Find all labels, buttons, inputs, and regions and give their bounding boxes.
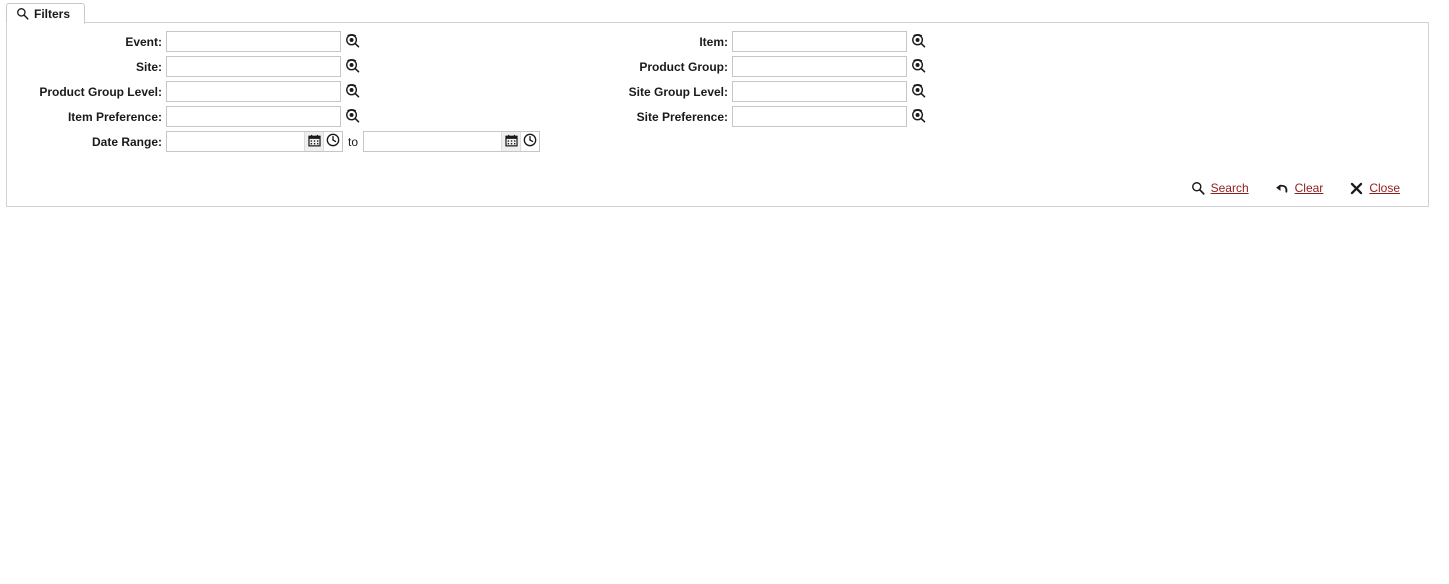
input-date-range-from[interactable] xyxy=(167,132,304,151)
lookup-icon xyxy=(911,83,926,101)
lookup-button-event[interactable] xyxy=(343,32,361,51)
input-site-group-level[interactable] xyxy=(732,81,907,102)
lookup-button-site-preference[interactable] xyxy=(909,107,927,126)
lookup-button-site[interactable] xyxy=(343,57,361,76)
input-product-group[interactable] xyxy=(732,56,907,77)
close-action[interactable]: Close xyxy=(1349,181,1400,195)
date-range-to-group xyxy=(363,131,541,152)
tab-filters[interactable]: Filters xyxy=(6,3,86,24)
filters-right-column: Item: Product Group: Site Group Level: S… xyxy=(573,31,927,131)
input-item-preference[interactable] xyxy=(166,106,341,127)
field-row-event: Event: xyxy=(7,31,540,52)
date-range-separator: to xyxy=(348,134,359,149)
lookup-icon xyxy=(911,108,926,126)
input-site-preference[interactable] xyxy=(732,106,907,127)
field-row-site: Site: xyxy=(7,56,540,77)
calendar-icon xyxy=(504,134,518,150)
lookup-icon xyxy=(911,58,926,76)
input-site[interactable] xyxy=(166,56,341,77)
field-row-site-group-level: Site Group Level: xyxy=(573,81,927,102)
label-product-group-level: Product Group Level: xyxy=(39,84,162,99)
calendar-button-to[interactable] xyxy=(501,132,521,151)
lookup-icon xyxy=(345,58,360,76)
search-icon xyxy=(1191,181,1205,195)
input-product-group-level[interactable] xyxy=(166,81,341,102)
label-date-range: Date Range: xyxy=(91,134,162,149)
close-x-icon xyxy=(1349,181,1363,195)
field-row-item: Item: xyxy=(573,31,927,52)
label-item: Item: xyxy=(699,34,728,49)
filters-panel: Event: Site: Product Group Level: Item P… xyxy=(6,22,1429,207)
close-action-label: Close xyxy=(1369,181,1400,195)
clock-button-from[interactable] xyxy=(323,132,342,151)
input-event[interactable] xyxy=(166,31,341,52)
filters-left-column: Event: Site: Product Group Level: Item P… xyxy=(7,31,541,156)
undo-arrow-icon xyxy=(1275,181,1289,195)
lookup-button-item[interactable] xyxy=(909,32,927,51)
lookup-button-site-group-level[interactable] xyxy=(909,82,927,101)
tab-filters-label: Filters xyxy=(34,6,71,21)
field-row-item-preference: Item Preference: xyxy=(7,106,540,127)
calendar-icon xyxy=(307,134,321,150)
search-icon xyxy=(16,7,29,20)
lookup-button-item-preference[interactable] xyxy=(343,107,361,126)
lookup-icon xyxy=(345,33,360,51)
clock-icon xyxy=(326,133,340,150)
panel-actions: Search Clear Close xyxy=(1191,181,1400,195)
search-action[interactable]: Search xyxy=(1191,181,1249,195)
field-row-product-group: Product Group: xyxy=(573,56,927,77)
lookup-button-product-group-level[interactable] xyxy=(343,82,361,101)
label-item-preference: Item Preference: xyxy=(67,109,162,124)
clock-icon xyxy=(523,133,537,150)
field-row-site-preference: Site Preference: xyxy=(573,106,927,127)
tab-strip: Filters xyxy=(6,2,86,24)
clear-action[interactable]: Clear xyxy=(1275,181,1324,195)
label-product-group: Product Group: xyxy=(639,59,728,74)
field-row-product-group-level: Product Group Level: xyxy=(7,81,540,102)
clear-action-label: Clear xyxy=(1294,181,1324,195)
calendar-button-from[interactable] xyxy=(304,132,323,151)
field-row-date-range: Date Range: to xyxy=(7,131,541,152)
lookup-icon xyxy=(345,83,360,101)
search-action-label: Search xyxy=(1210,181,1249,195)
input-item[interactable] xyxy=(732,31,907,52)
label-event: Event: xyxy=(125,34,162,49)
label-site-group-level: Site Group Level: xyxy=(628,84,728,99)
lookup-icon xyxy=(345,108,360,126)
clock-button-to[interactable] xyxy=(520,132,540,151)
label-site-preference: Site Preference: xyxy=(636,109,728,124)
lookup-icon xyxy=(911,33,926,51)
label-site: Site: xyxy=(135,59,162,74)
lookup-button-product-group[interactable] xyxy=(909,57,927,76)
input-date-range-to[interactable] xyxy=(364,132,502,151)
date-range-from-group xyxy=(166,131,343,152)
